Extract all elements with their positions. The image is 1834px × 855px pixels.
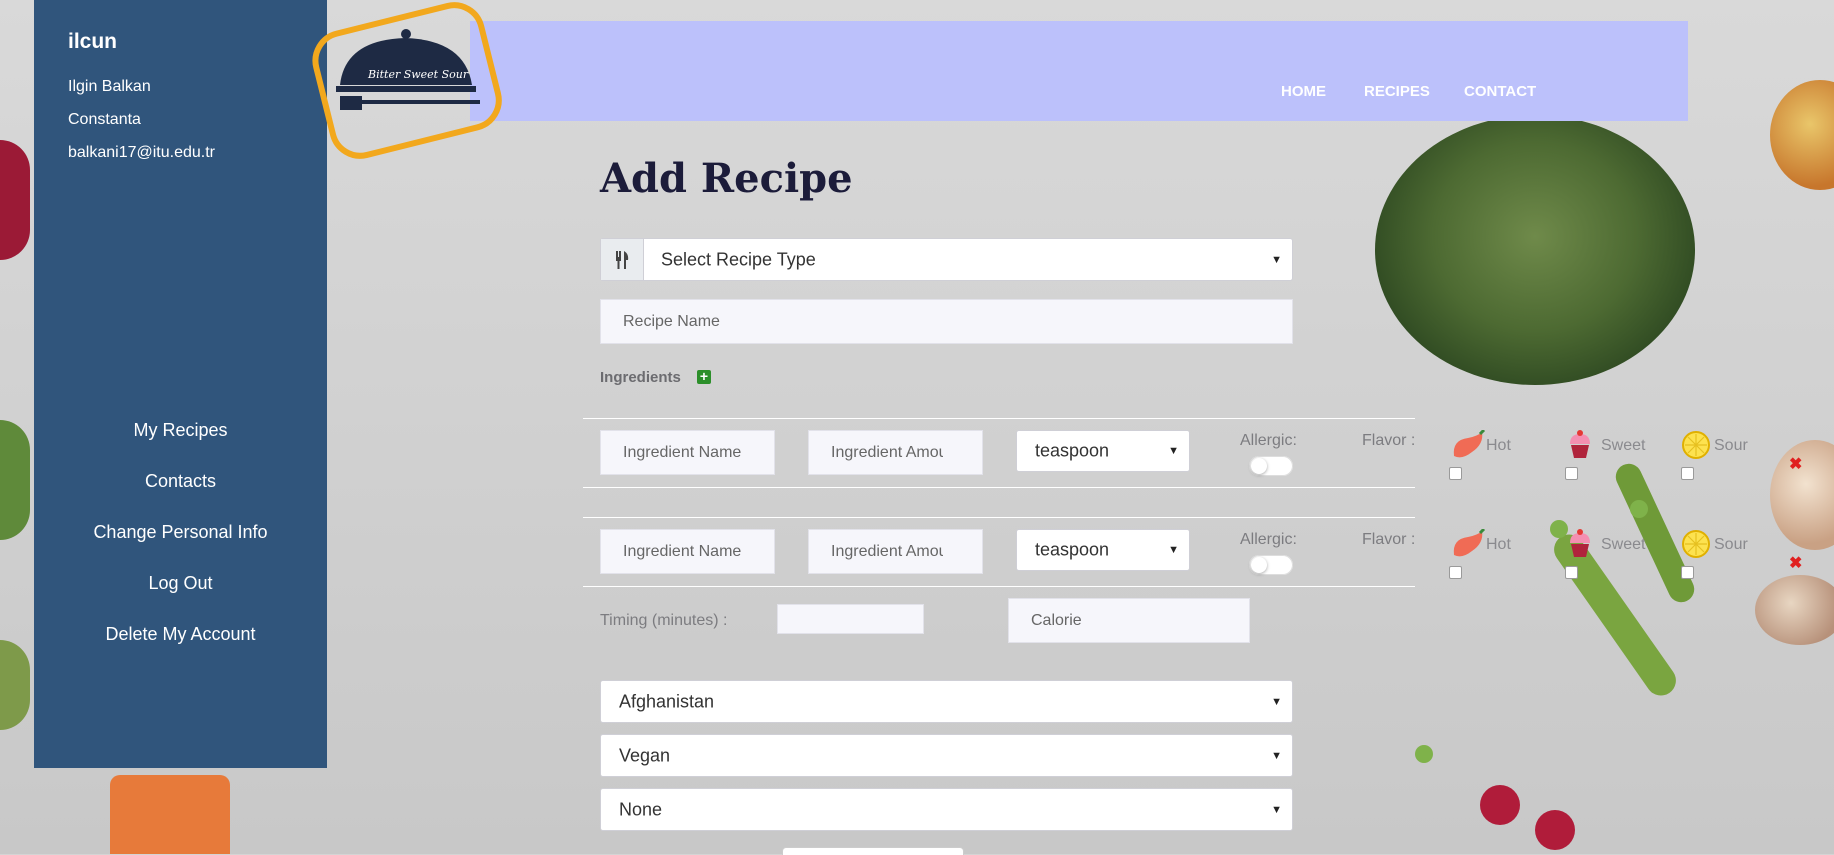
chili-pepper-icon xyxy=(1453,529,1486,557)
fruit-decoration xyxy=(1770,80,1834,190)
unit-value: teaspoon xyxy=(1035,539,1110,560)
allergic-label: Allergic: xyxy=(1240,531,1297,548)
allergic-label: Allergic: xyxy=(1240,432,1297,449)
lemon-icon xyxy=(1682,431,1710,459)
sidebar-menu: My Recipes Contacts Change Personal Info… xyxy=(34,418,327,673)
unit-select[interactable]: teaspoon ▼ xyxy=(1016,430,1190,472)
sidebar: ilcun Ilgin Balkan Constanta balkani17@i… xyxy=(34,0,327,768)
divider xyxy=(583,517,1415,518)
sidebar-item-log-out[interactable]: Log Out xyxy=(34,571,327,622)
flavor-hot-checkbox[interactable] xyxy=(1449,467,1462,480)
cupcake-icon xyxy=(1570,529,1590,557)
flavor-hot-label: Hot xyxy=(1486,536,1511,553)
timing-input[interactable] xyxy=(777,604,924,634)
chevron-down-icon: ▼ xyxy=(1168,445,1179,457)
nav-home[interactable]: HOME xyxy=(1281,83,1326,100)
recipe-name-placeholder: Recipe Name xyxy=(623,312,720,330)
chili-pepper-icon xyxy=(1453,430,1486,458)
pea-decoration xyxy=(1630,500,1648,518)
flavor-hot-label: Hot xyxy=(1486,437,1511,454)
full-name: Ilgin Balkan xyxy=(68,78,151,95)
flavor-sour-checkbox[interactable] xyxy=(1681,467,1694,480)
flavor-sweet-label: Sweet xyxy=(1601,536,1646,553)
allergic-toggle[interactable] xyxy=(1249,456,1293,476)
sidebar-item-my-recipes[interactable]: My Recipes xyxy=(34,418,327,469)
salmon-decoration xyxy=(110,775,230,854)
add-ingredient-icon[interactable]: + xyxy=(697,369,711,384)
sidebar-item-change-personal-info[interactable]: Change Personal Info xyxy=(34,520,327,571)
nav-recipes[interactable]: RECIPES xyxy=(1364,83,1430,100)
extra-value: None xyxy=(619,799,663,819)
divider xyxy=(583,418,1415,419)
ingredient-amount-placeholder: Ingredient Amou xyxy=(831,542,943,560)
chevron-down-icon: ▼ xyxy=(1168,544,1179,556)
berry-decoration xyxy=(1535,810,1575,850)
ingredient-name-input[interactable]: Ingredient Name xyxy=(600,529,775,574)
remove-ingredient-icon[interactable]: ✖ xyxy=(1789,553,1802,573)
pea-decoration xyxy=(1415,745,1433,763)
flavor-sweet-checkbox[interactable] xyxy=(1565,467,1578,480)
flavor-label: Flavor : xyxy=(1362,432,1416,449)
flavor-sweet-checkbox[interactable] xyxy=(1565,566,1578,579)
sidebar-item-contacts[interactable]: Contacts xyxy=(34,469,327,520)
sidebar-item-delete-account[interactable]: Delete My Account xyxy=(34,622,327,673)
divider xyxy=(583,487,1415,488)
vegetable-decoration xyxy=(0,420,30,540)
chevron-down-icon: ▼ xyxy=(1271,749,1282,762)
chevron-down-icon: ▼ xyxy=(1271,253,1282,266)
timing-label: Timing (minutes) : xyxy=(600,612,728,629)
lemon-icon xyxy=(1682,530,1710,558)
unit-value: teaspoon xyxy=(1035,440,1110,461)
flavor-label: Flavor : xyxy=(1362,531,1416,548)
recipe-name-input[interactable]: Recipe Name xyxy=(600,299,1293,344)
calorie-placeholder: Calorie xyxy=(1031,611,1082,629)
ingredients-label: Ingredients xyxy=(600,369,681,386)
ingredient-name-placeholder: Ingredient Name xyxy=(623,542,742,560)
berry-decoration xyxy=(1480,785,1520,825)
svg-text:Bitter Sweet Sour: Bitter Sweet Sour xyxy=(367,68,469,81)
page-title: Add Recipe xyxy=(600,155,853,202)
diet-value: Vegan xyxy=(619,745,671,765)
ingredient-amount-input[interactable]: Ingredient Amou xyxy=(808,529,983,574)
divider xyxy=(583,586,1415,587)
country-value: Afghanistan xyxy=(619,691,715,711)
flavor-sour-checkbox[interactable] xyxy=(1681,566,1694,579)
mushroom-decoration xyxy=(1755,575,1834,645)
email: balkani17@itu.edu.tr xyxy=(68,144,215,161)
cupcake-icon xyxy=(1570,430,1590,458)
flavor-sweet-label: Sweet xyxy=(1601,437,1646,454)
chevron-down-icon: ▼ xyxy=(1271,803,1282,816)
diet-select[interactable]: Vegan ▼ xyxy=(600,734,1293,777)
allergic-toggle[interactable] xyxy=(1249,555,1293,575)
nav-contact[interactable]: CONTACT xyxy=(1464,83,1536,100)
remove-ingredient-icon[interactable]: ✖ xyxy=(1789,454,1802,474)
fork-knife-icon xyxy=(601,239,644,280)
chevron-down-icon: ▼ xyxy=(1271,695,1282,708)
recipe-type-value: Select Recipe Type xyxy=(661,249,816,269)
logo[interactable]: Bitter Sweet Sour xyxy=(300,0,514,160)
calorie-input[interactable]: Calorie xyxy=(1008,598,1250,643)
city: Constanta xyxy=(68,111,141,128)
country-select[interactable]: Afghanistan ▼ xyxy=(600,680,1293,723)
ingredient-amount-placeholder: Ingredient Amou xyxy=(831,443,943,461)
recipe-type-select[interactable]: Select Recipe Type ▼ xyxy=(600,238,1293,281)
header-bar: HOME RECIPES CONTACT xyxy=(470,21,1688,121)
ingredient-name-input[interactable]: Ingredient Name xyxy=(600,430,775,475)
unit-select[interactable]: teaspoon ▼ xyxy=(1016,529,1190,571)
berry-decoration xyxy=(0,140,30,260)
vegetable-decoration xyxy=(0,640,30,730)
ingredient-amount-input[interactable]: Ingredient Amou xyxy=(808,430,983,475)
flavor-hot-checkbox[interactable] xyxy=(1449,566,1462,579)
extra-select[interactable]: None ▼ xyxy=(600,788,1293,831)
ingredient-name-placeholder: Ingredient Name xyxy=(623,443,742,461)
artichoke-decoration xyxy=(1375,115,1695,385)
flavor-sour-label: Sour xyxy=(1714,536,1748,553)
flavor-sour-label: Sour xyxy=(1714,437,1748,454)
username: ilcun xyxy=(68,30,118,53)
